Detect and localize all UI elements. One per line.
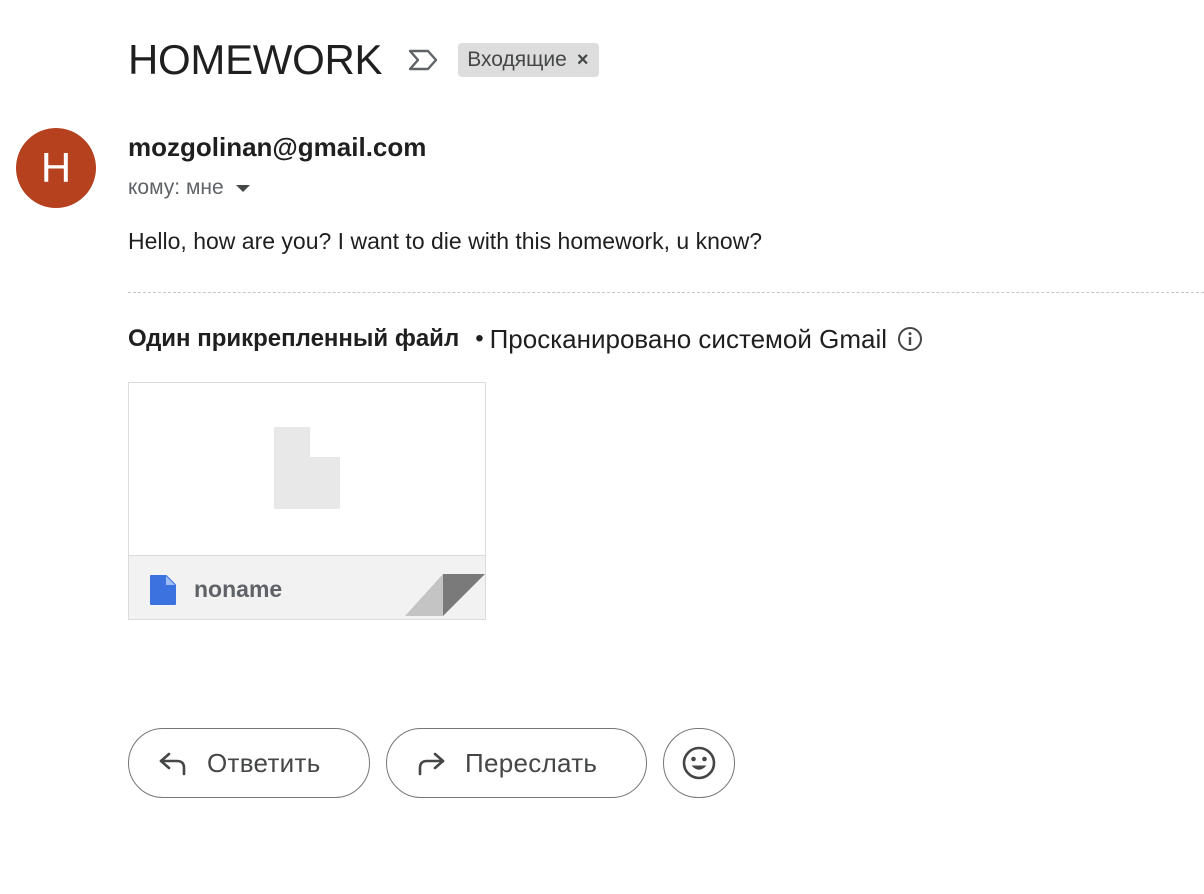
reply-arrow-icon <box>157 750 189 776</box>
emoji-reaction-button[interactable] <box>663 728 735 798</box>
separator-dot: • <box>475 325 484 352</box>
document-icon <box>149 574 177 611</box>
forward-arrow-icon <box>415 750 447 776</box>
attachments-count: Один прикрепленный файл <box>128 325 460 352</box>
recipient-details-toggle[interactable]: кому: мне <box>128 176 250 200</box>
sender-avatar[interactable]: H <box>16 128 96 208</box>
attachment-preview <box>129 383 485 555</box>
attachment-name: noname <box>194 576 283 602</box>
subject-row: HOMEWORK Входящие × <box>128 36 599 84</box>
importance-marker-icon[interactable] <box>408 48 438 72</box>
page-fold-icon <box>405 574 485 619</box>
reply-button[interactable]: Ответить <box>128 728 370 798</box>
forward-label: Переслать <box>465 747 598 778</box>
remove-label-button[interactable]: × <box>577 50 589 70</box>
caret-down-icon <box>235 184 250 192</box>
label-chip-inbox[interactable]: Входящие × <box>458 43 599 77</box>
info-icon[interactable] <box>897 325 925 353</box>
divider <box>128 292 1204 293</box>
scan-status-text: Просканировано системой Gmail <box>489 323 888 354</box>
attachment-card[interactable]: noname <box>128 382 486 620</box>
smiley-icon <box>681 745 717 781</box>
forward-button[interactable]: Переслать <box>386 728 647 798</box>
sender-email[interactable]: mozgolinan@gmail.com <box>128 132 426 163</box>
label-chip-text: Входящие <box>467 48 567 71</box>
file-preview-icon <box>274 427 340 509</box>
email-subject: HOMEWORK <box>128 36 383 83</box>
recipient-text: кому: мне <box>128 176 224 199</box>
attachment-footer: noname <box>129 555 485 619</box>
email-view: HOMEWORK Входящие × H mozgolinan@gmail.c… <box>0 0 1204 894</box>
avatar-letter: H <box>40 144 72 191</box>
email-body: Hello, how are you? I want to die with t… <box>128 228 763 254</box>
reply-label: Ответить <box>207 747 321 778</box>
attachments-header: Один прикрепленный файл • Просканировано… <box>128 322 925 356</box>
